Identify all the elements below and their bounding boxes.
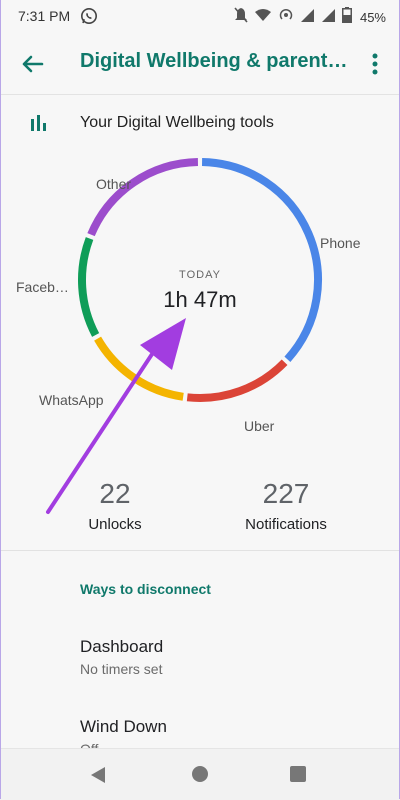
slice-label-other[interactable]: Other [96, 176, 131, 192]
slice-label-phone[interactable]: Phone [320, 235, 361, 251]
unlocks-label: Unlocks [88, 516, 142, 533]
status-icons: 45% [234, 7, 386, 28]
tools-label: Your Digital Wellbeing tools [80, 114, 274, 131]
list-item-subtitle: No timers set [80, 661, 163, 677]
battery-icon [341, 7, 352, 28]
mute-icon [234, 7, 248, 28]
nav-back-icon[interactable] [90, 766, 106, 789]
wifi-icon [254, 8, 272, 27]
today-usage-time: 1h 47m [163, 287, 236, 312]
signal-icon [300, 8, 315, 28]
donut-slice-phone[interactable] [201, 158, 322, 362]
system-nav-bar [0, 748, 400, 800]
more-vert-icon[interactable] [362, 48, 388, 80]
unlocks-stat: 22 Unlocks [60, 478, 170, 533]
list-item-title: Dashboard [80, 637, 164, 656]
list-item-dashboard[interactable]: Dashboard No timers set [80, 637, 380, 677]
notifications-stat: 227 Notifications [226, 478, 346, 533]
arrow-back-icon[interactable] [16, 48, 48, 80]
notifications-count: 227 [262, 478, 310, 509]
status-time: 7:31 PM [18, 8, 71, 24]
app-usage-donut[interactable]: TODAY 1h 47m Phone Uber WhatsApp Faceb… … [0, 150, 400, 480]
page-title: Digital Wellbeing & parental controls [80, 50, 350, 72]
list-item-title: Wind Down [80, 717, 167, 736]
app-bar: Digital Wellbeing & parental controls [0, 32, 400, 95]
tools-header: Your Digital Wellbeing tools [0, 108, 400, 138]
slice-label-whatsapp[interactable]: WhatsApp [39, 392, 104, 408]
status-bar: 7:31 PM 45% [0, 0, 400, 32]
notifications-label: Notifications [245, 516, 327, 533]
donut-slice-faceb[interactable] [78, 237, 100, 337]
slice-label-uber[interactable]: Uber [244, 418, 275, 434]
donut-slice-whatsapp[interactable] [94, 336, 184, 401]
donut-slice-other[interactable] [87, 158, 199, 237]
divider [0, 550, 400, 551]
nav-recents-icon[interactable] [290, 766, 306, 782]
battery-level: 45% [359, 10, 386, 25]
slice-label-facebook[interactable]: Faceb… [16, 279, 69, 295]
unlocks-count: 22 [99, 478, 131, 509]
signal-icon [321, 8, 336, 28]
today-caption: TODAY [179, 269, 221, 281]
bar-chart-icon [30, 115, 48, 136]
whatsapp-icon [80, 7, 98, 30]
donut-slice-uber[interactable] [186, 359, 288, 402]
hotspot-icon [278, 7, 294, 28]
nav-home-icon[interactable] [192, 766, 208, 782]
section-title: Ways to disconnect [80, 581, 211, 597]
